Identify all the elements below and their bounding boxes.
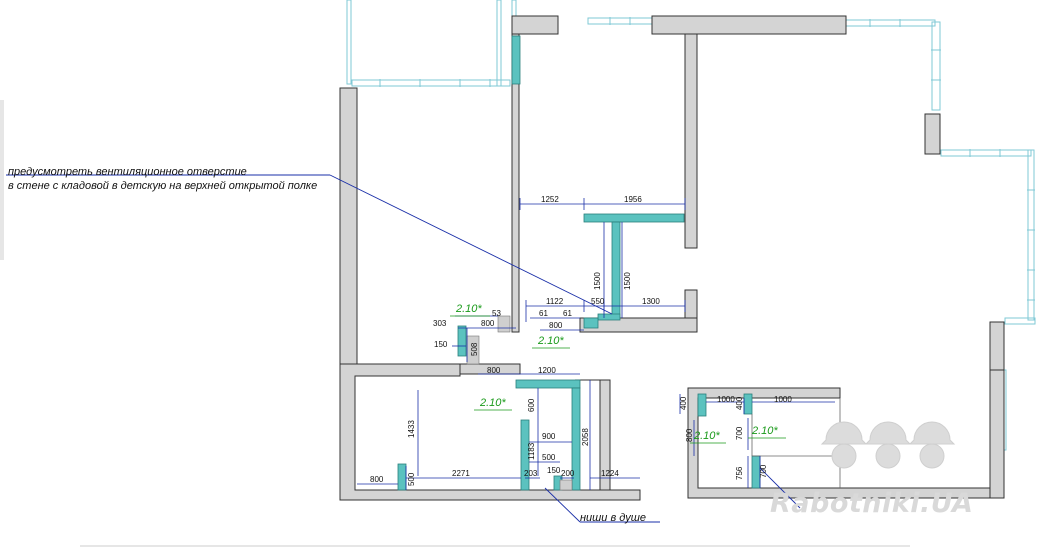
dim-label: 61	[539, 309, 548, 318]
dim-label: 303	[433, 319, 447, 328]
floor-plan: 2.10* 2.10* 2.10* 2.10* 2.10* 1252 1956 …	[0, 0, 1036, 547]
dim-label: 1500	[623, 272, 632, 290]
dim-label: 61	[563, 309, 572, 318]
dim-label: 53	[492, 309, 501, 318]
dim-label: 2058	[581, 428, 590, 446]
dim-label: 203	[524, 469, 538, 478]
dim-label: 756	[735, 466, 744, 480]
dim-label: 400	[679, 396, 688, 410]
dim-label: 800	[549, 321, 563, 330]
dim-label: 800	[487, 366, 501, 375]
dim-label: 1224	[601, 469, 619, 478]
dim-label: 150	[547, 466, 561, 475]
height-label: 2.10*	[455, 303, 482, 315]
dim-label: 400	[735, 396, 744, 410]
dim-label: 200	[561, 469, 575, 478]
partitions	[397, 35, 761, 491]
height-label: 2.10*	[479, 397, 506, 409]
dim-label: 900	[542, 432, 556, 441]
height-label: 2.10*	[693, 430, 720, 442]
ventilation-note-line2: в стене с кладовой в детскую на верхней …	[8, 180, 318, 192]
dim-label: 508	[470, 342, 479, 356]
dim-label: 800	[370, 475, 384, 484]
dim-label: 1000	[717, 395, 735, 404]
watermark-text: Rabotniki.UA	[770, 488, 974, 519]
dim-label: 600	[527, 398, 536, 412]
dim-label: 800	[481, 319, 495, 328]
dim-label: 700	[735, 426, 744, 440]
dim-label: 150	[434, 340, 448, 349]
dim-label: 1183	[527, 442, 536, 460]
dim-label: 1500	[593, 272, 602, 290]
height-label: 2.10*	[751, 425, 778, 437]
dim-label: 700	[759, 464, 768, 478]
watermark-logo	[820, 421, 956, 469]
dim-label: 2271	[452, 469, 470, 478]
ventilation-note-line1: предусмотреть вентиляционное отверстие	[8, 166, 247, 178]
dim-label: 1300	[642, 297, 660, 306]
shower-niches-note: ниши в душе	[580, 512, 646, 524]
height-underlines	[450, 315, 786, 444]
dimension-lines	[357, 198, 835, 490]
dim-label: 1000	[774, 395, 792, 404]
dim-label: 500	[542, 453, 556, 462]
dim-label: 1200	[538, 366, 556, 375]
walls	[339, 15, 1005, 501]
dim-label: 500	[407, 472, 416, 486]
left-edge-strip	[0, 100, 4, 260]
dim-label: 1252	[541, 195, 559, 204]
window-ticks	[379, 17, 1035, 301]
dim-label: 1122	[546, 297, 564, 306]
height-label: 2.10*	[537, 335, 564, 347]
dim-label: 550	[591, 297, 605, 306]
dim-label: 1956	[624, 195, 642, 204]
dim-label: 1433	[407, 420, 416, 438]
dim-label: 800	[685, 428, 694, 442]
